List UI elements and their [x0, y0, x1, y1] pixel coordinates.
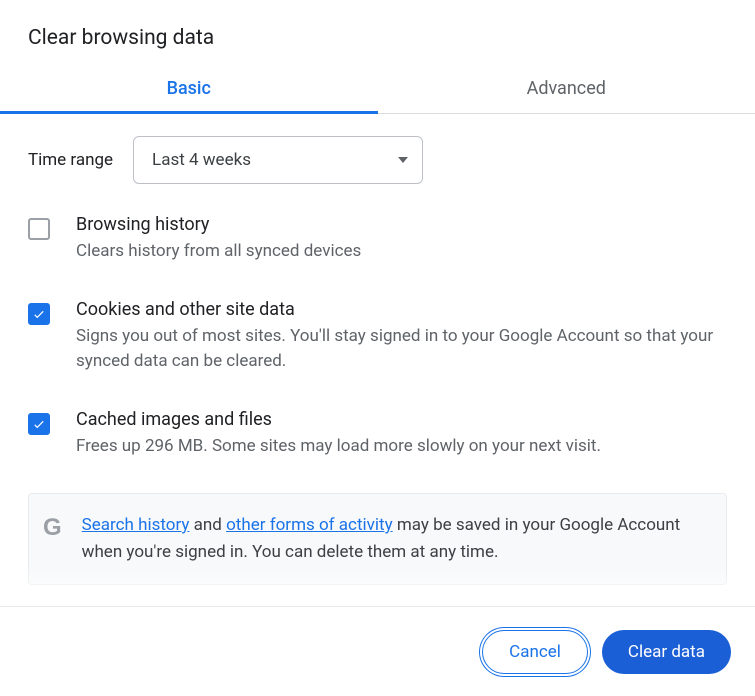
info-mid1: and	[189, 515, 226, 535]
check-icon	[32, 417, 46, 431]
google-account-info-box: G Search history and other forms of acti…	[28, 493, 727, 585]
link-other-activity[interactable]: other forms of activity	[226, 515, 393, 535]
check-icon	[32, 307, 46, 321]
clear-browsing-data-dialog: Clear browsing data Basic Advanced Time …	[0, 0, 755, 585]
option-title: Cached images and files	[76, 409, 601, 430]
time-range-select[interactable]: Last 4 weeks	[133, 136, 423, 184]
tab-advanced[interactable]: Advanced	[378, 64, 755, 113]
option-desc: Frees up 296 MB. Some sites may load mor…	[76, 434, 601, 460]
option-row-cookies: Cookies and other site data Signs you ou…	[28, 299, 727, 375]
time-range-label: Time range	[28, 150, 113, 170]
google-g-icon: G	[43, 514, 62, 542]
clear-data-button[interactable]: Clear data	[602, 630, 731, 674]
option-desc: Signs you out of most sites. You'll stay…	[76, 324, 727, 375]
caret-down-icon	[398, 157, 408, 163]
link-search-history[interactable]: Search history	[82, 515, 190, 535]
dialog-footer: Cancel Clear data	[0, 606, 755, 696]
option-desc: Clears history from all synced devices	[76, 239, 361, 265]
option-text-cookies: Cookies and other site data Signs you ou…	[76, 299, 727, 375]
tabs: Basic Advanced	[0, 64, 755, 114]
option-row-cache: Cached images and files Frees up 296 MB.…	[28, 409, 727, 460]
option-text-history: Browsing history Clears history from all…	[76, 214, 361, 265]
option-text-cache: Cached images and files Frees up 296 MB.…	[76, 409, 601, 460]
option-title: Browsing history	[76, 214, 361, 235]
cancel-button[interactable]: Cancel	[482, 630, 588, 674]
tab-basic[interactable]: Basic	[0, 64, 378, 113]
option-title: Cookies and other site data	[76, 299, 727, 320]
dialog-title: Clear browsing data	[0, 26, 755, 64]
info-text: Search history and other forms of activi…	[82, 512, 706, 566]
time-range-row: Time range Last 4 weeks	[28, 136, 727, 184]
checkbox-cache[interactable]	[28, 413, 50, 435]
checkbox-cookies[interactable]	[28, 303, 50, 325]
dialog-content: Time range Last 4 weeks Browsing history…	[0, 114, 755, 585]
option-row-history: Browsing history Clears history from all…	[28, 214, 727, 265]
checkbox-history[interactable]	[28, 218, 50, 240]
time-range-value: Last 4 weeks	[152, 150, 251, 170]
